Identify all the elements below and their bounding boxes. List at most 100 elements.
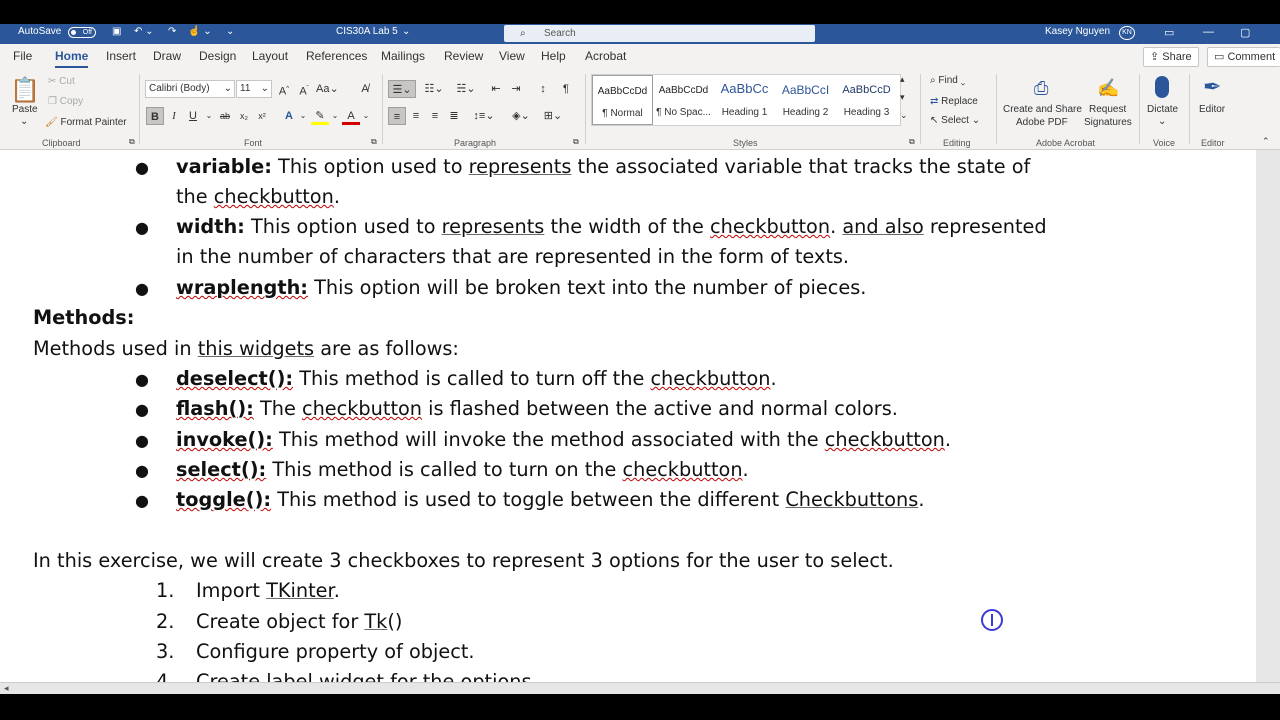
editor-button[interactable]: Editor	[1199, 104, 1225, 115]
grow-font-icon[interactable]: A^	[275, 80, 293, 98]
borders-button[interactable]: ⊞⌄	[540, 107, 566, 125]
customize-toolbar-icon[interactable]: ⌄	[226, 26, 234, 37]
style-no-spacing[interactable]: AaBbCcDd ¶ No Spac...	[653, 75, 714, 125]
word-window: AutoSave Off ▣ ↶ ⌄ ↷ ☝ ⌄ ⌄ CIS30A Lab 5 …	[0, 0, 1280, 720]
font-size-select[interactable]: 11 ⌄	[236, 80, 272, 98]
request-signatures-line1[interactable]: Request	[1089, 104, 1126, 115]
chevron-down-icon[interactable]: ⌄	[1158, 116, 1166, 127]
share-button[interactable]: ⇪ Share	[1143, 47, 1199, 67]
paste-button[interactable]: Paste	[12, 104, 38, 115]
copy-button[interactable]: ❐ Copy	[48, 96, 83, 107]
tab-references[interactable]: References	[306, 49, 367, 63]
select-button[interactable]: ↖ Select ⌄	[930, 115, 980, 126]
tab-mailings[interactable]: Mailings	[381, 49, 425, 63]
align-center-button[interactable]: ≡	[407, 107, 425, 125]
microphone-icon[interactable]	[1155, 76, 1169, 98]
tab-design[interactable]: Design	[199, 49, 236, 63]
italic-button[interactable]: I	[165, 107, 183, 125]
list-item: select(): This method is called to turn …	[176, 458, 749, 481]
comments-button[interactable]: ▭ Comment	[1207, 47, 1280, 67]
voice-group-label: Voice	[1153, 138, 1176, 148]
tab-draw[interactable]: Draw	[153, 49, 181, 63]
tab-acrobat[interactable]: Acrobat	[585, 49, 626, 63]
clear-formatting-icon[interactable]: A̸	[356, 80, 374, 98]
style-heading-1[interactable]: AaBbCc Heading 1	[714, 75, 775, 125]
bullets-button[interactable]: ☰⌄	[388, 80, 416, 98]
user-name[interactable]: Kasey Nguyen	[1045, 26, 1110, 37]
step-number: 4.	[156, 670, 175, 682]
avatar[interactable]: KN	[1119, 26, 1135, 40]
collapse-ribbon-icon[interactable]: ⌃	[1262, 136, 1270, 147]
replace-button[interactable]: ⇄ Replace	[930, 96, 978, 107]
search-input[interactable]: ⌕ Search	[504, 25, 815, 42]
paste-dropdown-icon[interactable]: ⌄	[20, 116, 28, 127]
cut-button[interactable]: ✂ Cut	[48, 76, 75, 87]
format-painter-button[interactable]: 🖌 Format Painter	[45, 117, 127, 128]
horizontal-scrollbar[interactable]: ◂	[0, 682, 1280, 694]
chevron-down-icon[interactable]: ⌄	[402, 26, 410, 37]
dialog-launcher-icon[interactable]: ⧉	[129, 137, 135, 147]
strikethrough-button[interactable]: ab	[216, 107, 234, 125]
change-case-icon[interactable]: Aa⌄	[316, 80, 339, 98]
tab-layout[interactable]: Layout	[252, 49, 288, 63]
document-page[interactable]: ● variable: This option used to represen…	[0, 150, 1256, 682]
redo-icon[interactable]: ↷	[168, 26, 176, 37]
dialog-launcher-icon[interactable]: ⧉	[573, 137, 579, 147]
shrink-font-icon[interactable]: Aˇ	[295, 80, 313, 98]
chevron-down-icon[interactable]: ⌄	[294, 107, 312, 125]
line-spacing-button[interactable]: ↕≡⌄	[471, 107, 497, 125]
styles-scroll-down-icon[interactable]: ▾	[900, 92, 905, 103]
editor-pen-icon[interactable]: ✒	[1203, 74, 1221, 100]
multilevel-list-button[interactable]: ☵⌄	[452, 80, 480, 98]
create-share-pdf-line1[interactable]: Create and Share	[1003, 104, 1082, 115]
divider	[585, 74, 586, 144]
request-signatures-line2[interactable]: Signatures	[1084, 117, 1132, 128]
shading-button[interactable]: ◈⌄	[508, 107, 534, 125]
tab-review[interactable]: Review	[444, 49, 483, 63]
ribbon-tabs: File Home Insert Draw Design Layout Refe…	[0, 44, 1280, 70]
search-icon: ⌕	[520, 28, 526, 39]
maximize-icon[interactable]: ▢	[1240, 26, 1250, 39]
autosave-toggle[interactable]: Off	[68, 27, 96, 38]
bold-button[interactable]: B	[146, 107, 164, 125]
brush-icon: 🖌	[45, 117, 61, 128]
undo-icon[interactable]: ↶ ⌄	[134, 26, 154, 37]
create-pdf-icon[interactable]: ⎙	[1034, 78, 1048, 99]
touch-mode-icon[interactable]: ☝ ⌄	[188, 26, 212, 37]
styles-more-icon[interactable]: ⌄	[900, 110, 908, 121]
style-normal[interactable]: AaBbCcDd ¶ Normal	[592, 75, 653, 125]
decrease-indent-icon[interactable]: ⇤	[487, 80, 505, 98]
superscript-button[interactable]: x²	[253, 107, 271, 125]
dialog-launcher-icon[interactable]: ⧉	[909, 137, 915, 147]
tab-home[interactable]: Home	[55, 49, 89, 68]
sort-icon[interactable]: ↕	[534, 80, 552, 98]
pilcrow-icon[interactable]: ¶	[557, 80, 575, 98]
vertical-scrollbar[interactable]	[1256, 150, 1280, 682]
increase-indent-icon[interactable]: ⇥	[507, 80, 525, 98]
align-right-button[interactable]: ≡	[426, 107, 444, 125]
scroll-left-icon[interactable]: ◂	[4, 683, 9, 694]
ribbon-display-icon[interactable]: ▭	[1164, 26, 1174, 39]
subscript-button[interactable]: x₂	[235, 107, 253, 125]
share-icon: ⇪	[1150, 51, 1163, 63]
tab-insert[interactable]: Insert	[106, 49, 136, 63]
signature-icon[interactable]: ✍	[1097, 78, 1119, 99]
style-heading-2[interactable]: AaBbCcI Heading 2	[775, 75, 836, 125]
styles-scroll-up-icon[interactable]: ▴	[900, 74, 905, 85]
dictate-button[interactable]: Dictate	[1147, 104, 1178, 115]
style-heading-3[interactable]: AaBbCcD Heading 3	[836, 75, 897, 125]
align-left-button[interactable]: ≡	[388, 107, 406, 125]
tab-view[interactable]: View	[499, 49, 525, 63]
minimize-icon[interactable]: —	[1203, 26, 1214, 38]
font-family-select[interactable]: Calibri (Body) ⌄	[145, 80, 235, 98]
save-icon[interactable]: ▣	[112, 26, 121, 37]
dialog-launcher-icon[interactable]: ⧉	[371, 137, 377, 147]
justify-button[interactable]: ≣	[445, 107, 463, 125]
numbering-button[interactable]: ☷⌄	[420, 80, 448, 98]
tab-help[interactable]: Help	[541, 49, 566, 63]
chevron-down-icon[interactable]: ⌄	[357, 107, 375, 125]
paste-icon[interactable]: 📋	[10, 76, 40, 106]
find-button[interactable]: ⌕ Find ⌄	[930, 75, 965, 86]
create-share-pdf-line2[interactable]: Adobe PDF	[1016, 117, 1068, 128]
tab-file[interactable]: File	[13, 49, 32, 63]
